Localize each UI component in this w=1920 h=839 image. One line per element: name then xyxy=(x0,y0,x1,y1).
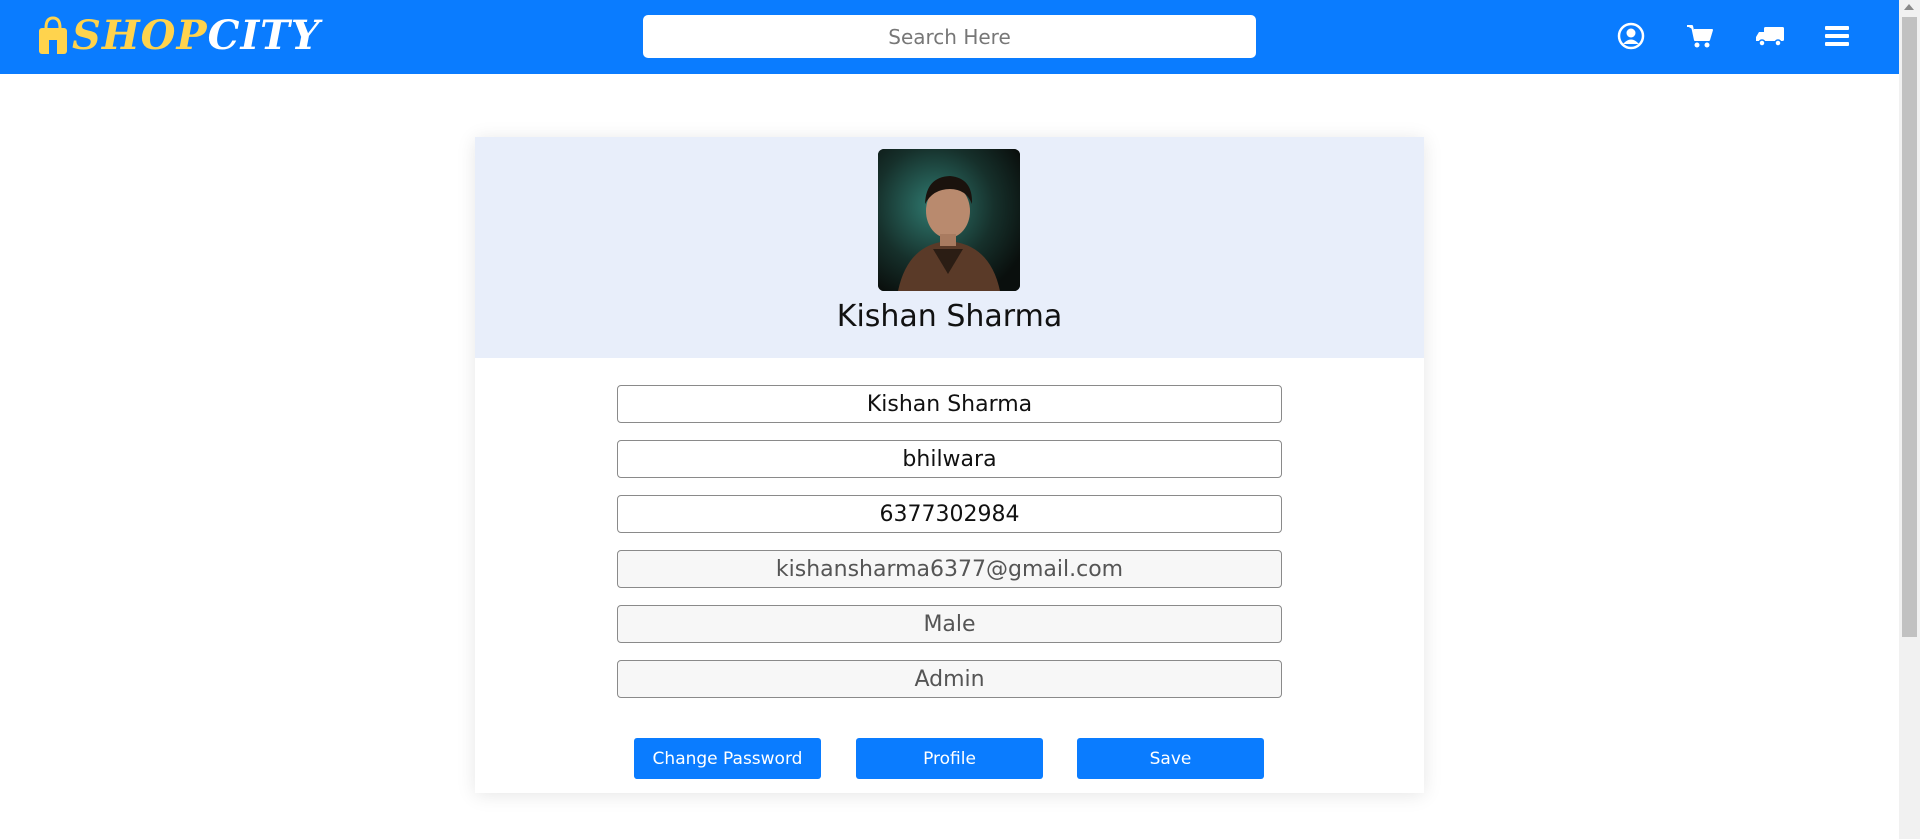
gender-field[interactable] xyxy=(617,605,1282,643)
logo-shop-text: SHOP xyxy=(72,11,208,59)
shopcity-logo[interactable]: SHOP CITY xyxy=(36,2,320,68)
profile-name: Kishan Sharma xyxy=(836,299,1063,334)
scroll-up-arrow-icon[interactable] xyxy=(1904,4,1914,10)
scroll-thumb[interactable] xyxy=(1902,17,1917,637)
menu-icon[interactable] xyxy=(1822,21,1852,51)
profile-card: Kishan Sharma Change Password Profile Sa… xyxy=(475,137,1424,793)
user-circle-icon[interactable] xyxy=(1616,21,1646,51)
profile-button[interactable]: Profile xyxy=(856,738,1043,779)
avatar xyxy=(878,149,1020,291)
profile-card-header: Kishan Sharma xyxy=(475,137,1424,358)
save-button[interactable]: Save xyxy=(1077,738,1264,779)
top-nav-bar: SHOP CITY xyxy=(0,0,1899,74)
logo-city-text: CITY xyxy=(207,11,321,59)
email-field[interactable] xyxy=(617,550,1282,588)
name-field[interactable] xyxy=(617,385,1282,423)
truck-icon[interactable] xyxy=(1755,21,1785,51)
change-password-button[interactable]: Change Password xyxy=(634,738,821,779)
role-field[interactable] xyxy=(617,660,1282,698)
phone-field[interactable] xyxy=(617,495,1282,533)
cart-icon[interactable] xyxy=(1685,21,1715,51)
search-input[interactable] xyxy=(643,15,1256,58)
shopping-bag-icon xyxy=(36,16,70,54)
city-field[interactable] xyxy=(617,440,1282,478)
page-scrollbar[interactable] xyxy=(1899,0,1920,839)
